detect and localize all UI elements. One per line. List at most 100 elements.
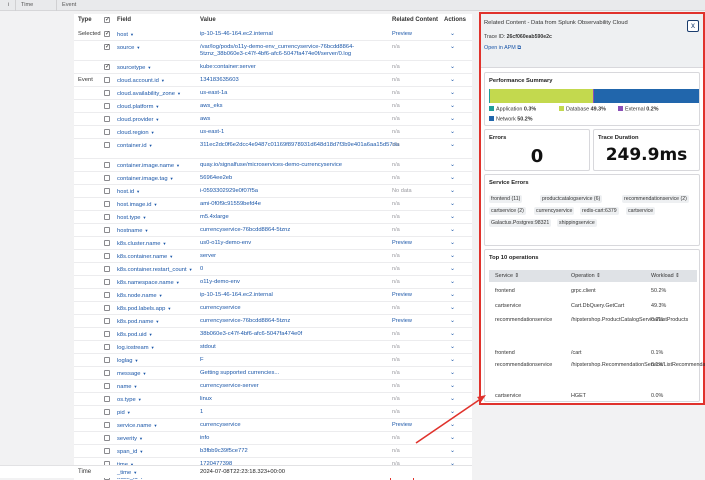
field-name[interactable]: pid ▼ <box>117 409 131 417</box>
field-checkbox[interactable] <box>104 63 110 70</box>
field-name[interactable]: k8s.namespace.name ▼ <box>117 279 180 287</box>
field-value[interactable]: 134183635603 <box>200 77 239 84</box>
actions-chevron-icon[interactable]: ⌄ <box>450 201 455 208</box>
related-content-preview-link[interactable]: Preview <box>392 31 412 38</box>
actions-chevron-icon[interactable]: ⌄ <box>450 357 455 364</box>
field-name[interactable]: sourcetype ▼ <box>117 64 151 72</box>
field-name[interactable]: log.iostream ▼ <box>117 344 155 352</box>
field-value[interactable]: ip-10-15-46-164.ec2.internal <box>200 31 273 38</box>
field-name[interactable]: source ▼ <box>117 44 140 52</box>
field-value[interactable]: currencyservice-server <box>200 383 259 390</box>
field-value[interactable]: m5.4xlarge <box>200 214 229 221</box>
actions-chevron-icon[interactable]: ⌄ <box>450 188 455 195</box>
field-value[interactable]: us-east-1a <box>200 90 227 97</box>
actions-chevron-icon[interactable]: ⌄ <box>450 103 455 110</box>
field-checkbox[interactable] <box>104 435 110 441</box>
related-content-preview-link[interactable]: Preview <box>392 292 412 299</box>
field-value[interactable]: linux <box>200 396 212 403</box>
field-checkbox[interactable] <box>104 383 110 389</box>
field-checkbox[interactable] <box>104 90 110 96</box>
field-checkbox[interactable] <box>104 396 110 402</box>
service-error-tag[interactable]: cartservice (2) <box>489 207 526 215</box>
actions-chevron-icon[interactable]: ⌄ <box>450 162 455 169</box>
service-error-tag[interactable]: productcatalogservice (6) <box>540 195 603 203</box>
field-value[interactable]: currencyservice-76bcdd8864-5tznz <box>200 318 290 325</box>
actions-chevron-icon[interactable]: ⌄ <box>450 448 455 455</box>
field-name[interactable]: host ▼ <box>117 31 134 39</box>
actions-chevron-icon[interactable]: ⌄ <box>450 344 455 351</box>
field-checkbox[interactable] <box>104 77 110 83</box>
field-checkbox[interactable] <box>104 214 110 220</box>
field-value[interactable]: 311ec2dc0f6e2dcc4e9487c01169f8978931d648… <box>200 142 399 149</box>
field-name[interactable]: cloud.provider ▼ <box>117 116 159 124</box>
field-checkbox[interactable] <box>104 266 110 272</box>
field-name[interactable]: k8s.cluster.name ▼ <box>117 240 166 248</box>
field-value[interactable]: kube:container:server <box>200 64 256 71</box>
field-value[interactable]: ami-0f0f9c91559befd4e <box>200 201 261 208</box>
actions-chevron-icon[interactable]: ⌄ <box>450 240 455 247</box>
workload-sort-header[interactable]: Workload ⇕ <box>651 273 680 279</box>
actions-chevron-icon[interactable]: ⌄ <box>450 422 455 429</box>
actions-chevron-icon[interactable]: ⌄ <box>450 77 455 84</box>
field-value[interactable]: ip-10-15-46-164.ec2.internal <box>200 292 273 299</box>
field-name[interactable]: k8s.container.name ▼ <box>117 253 173 261</box>
service-error-tag[interactable]: shippingservice <box>557 219 597 227</box>
operation-sort-header[interactable]: Operation ⇕ <box>571 273 601 279</box>
actions-chevron-icon[interactable]: ⌄ <box>450 305 455 312</box>
actions-chevron-icon[interactable]: ⌄ <box>450 383 455 390</box>
field-value[interactable]: b3fbb9c39f5ce772 <box>200 448 248 455</box>
field-value[interactable]: quay.io/signalfuse/microservices-demo-cu… <box>200 162 342 169</box>
actions-chevron-icon[interactable]: ⌄ <box>450 396 455 403</box>
actions-chevron-icon[interactable]: ⌄ <box>450 44 455 51</box>
field-name[interactable]: span_id ▼ <box>117 448 143 456</box>
field-value[interactable]: 1 <box>200 409 203 416</box>
field-name[interactable]: os.type ▼ <box>117 396 142 404</box>
field-value[interactable]: 38b060e3-c47f-4bf6-afc6-5047fa474e0f <box>200 331 302 338</box>
field-value[interactable]: /var/log/pods/o11y-demo-env_currencyserv… <box>200 44 390 58</box>
field-checkbox[interactable] <box>104 103 110 109</box>
actions-chevron-icon[interactable]: ⌄ <box>450 292 455 299</box>
field-value[interactable]: Getting supported currencies... <box>200 370 279 377</box>
actions-chevron-icon[interactable]: ⌄ <box>450 129 455 136</box>
field-value[interactable]: i-0593302929e0f07f5a <box>200 188 258 195</box>
field-checkbox[interactable] <box>104 305 110 311</box>
field-value[interactable]: server <box>200 253 216 260</box>
field-name[interactable]: cloud.platform ▼ <box>117 103 159 111</box>
actions-chevron-icon[interactable]: ⌄ <box>450 64 455 71</box>
field-name[interactable]: severity ▼ <box>117 435 143 443</box>
field-name[interactable]: hostname ▼ <box>117 227 148 235</box>
field-value[interactable]: currencyservice <box>200 305 241 312</box>
field-checkbox[interactable] <box>104 344 110 350</box>
info-icon[interactable]: i <box>8 2 9 8</box>
field-value[interactable]: info <box>200 435 209 442</box>
field-checkbox[interactable] <box>104 201 110 207</box>
field-checkbox[interactable] <box>104 318 110 324</box>
field-checkbox[interactable] <box>104 422 110 428</box>
field-name[interactable]: k8s.container.restart_count ▼ <box>117 266 193 274</box>
actions-chevron-icon[interactable]: ⌄ <box>450 90 455 97</box>
field-name[interactable]: host.type ▼ <box>117 214 147 222</box>
field-value[interactable]: currencyservice <box>200 422 241 429</box>
field-checkbox[interactable] <box>104 116 110 122</box>
field-name[interactable]: k8s.pod.name ▼ <box>117 318 159 326</box>
field-checkbox[interactable] <box>104 162 110 168</box>
field-name-time[interactable]: _time ▼ <box>117 469 137 477</box>
field-checkbox[interactable] <box>104 227 110 233</box>
field-checkbox[interactable] <box>104 357 110 363</box>
service-error-tag[interactable]: recommendationservice (2) <box>622 195 689 203</box>
field-checkbox[interactable] <box>104 188 110 194</box>
actions-chevron-icon[interactable]: ⌄ <box>450 370 455 377</box>
field-checkbox[interactable] <box>104 279 110 285</box>
field-name[interactable]: cloud.region ▼ <box>117 129 155 137</box>
related-content-preview-link[interactable]: Preview <box>392 240 412 247</box>
field-checkbox[interactable] <box>104 448 110 454</box>
service-error-tag[interactable]: redis-cart:6379 <box>580 207 619 215</box>
field-checkbox[interactable] <box>104 292 110 298</box>
field-name[interactable]: name ▼ <box>117 383 137 391</box>
field-name[interactable]: loglag ▼ <box>117 357 138 365</box>
field-name[interactable]: container.id ▼ <box>117 142 153 150</box>
open-in-apm-link[interactable]: Open in APM ⧉ <box>484 45 521 52</box>
field-checkbox[interactable] <box>104 370 110 376</box>
field-checkbox[interactable] <box>104 142 110 148</box>
field-checkbox[interactable] <box>104 409 110 415</box>
